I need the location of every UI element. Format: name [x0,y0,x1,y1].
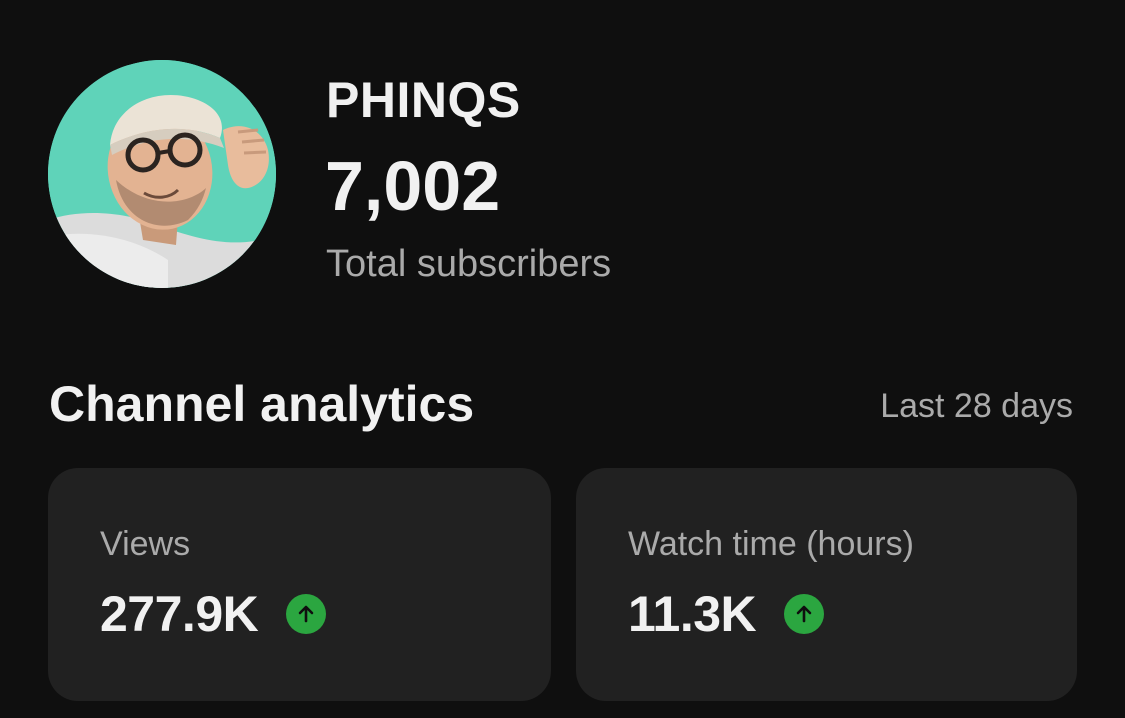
arrow-up-icon [784,594,825,634]
section-title: Channel analytics [49,376,475,432]
arrow-up-icon [286,594,327,634]
channel-name: PHINQS [326,72,521,128]
card-value: 277.9K [100,586,259,642]
card-value: 11.3K [628,586,757,642]
card-label: Watch time (hours) [628,525,914,563]
card-label: Views [100,525,191,563]
watch-time-card[interactable]: Watch time (hours) 11.3K [576,468,1077,701]
card-value-row: 277.9K [100,584,327,644]
channel-avatar[interactable] [48,60,276,288]
profile-photo-icon [48,60,276,288]
period-label[interactable]: Last 28 days [880,384,1073,428]
subscriber-count: 7,002 [325,147,501,225]
card-value-row: 11.3K [628,584,825,644]
views-card[interactable]: Views 277.9K [48,468,551,701]
subscriber-label: Total subscribers [326,243,612,285]
